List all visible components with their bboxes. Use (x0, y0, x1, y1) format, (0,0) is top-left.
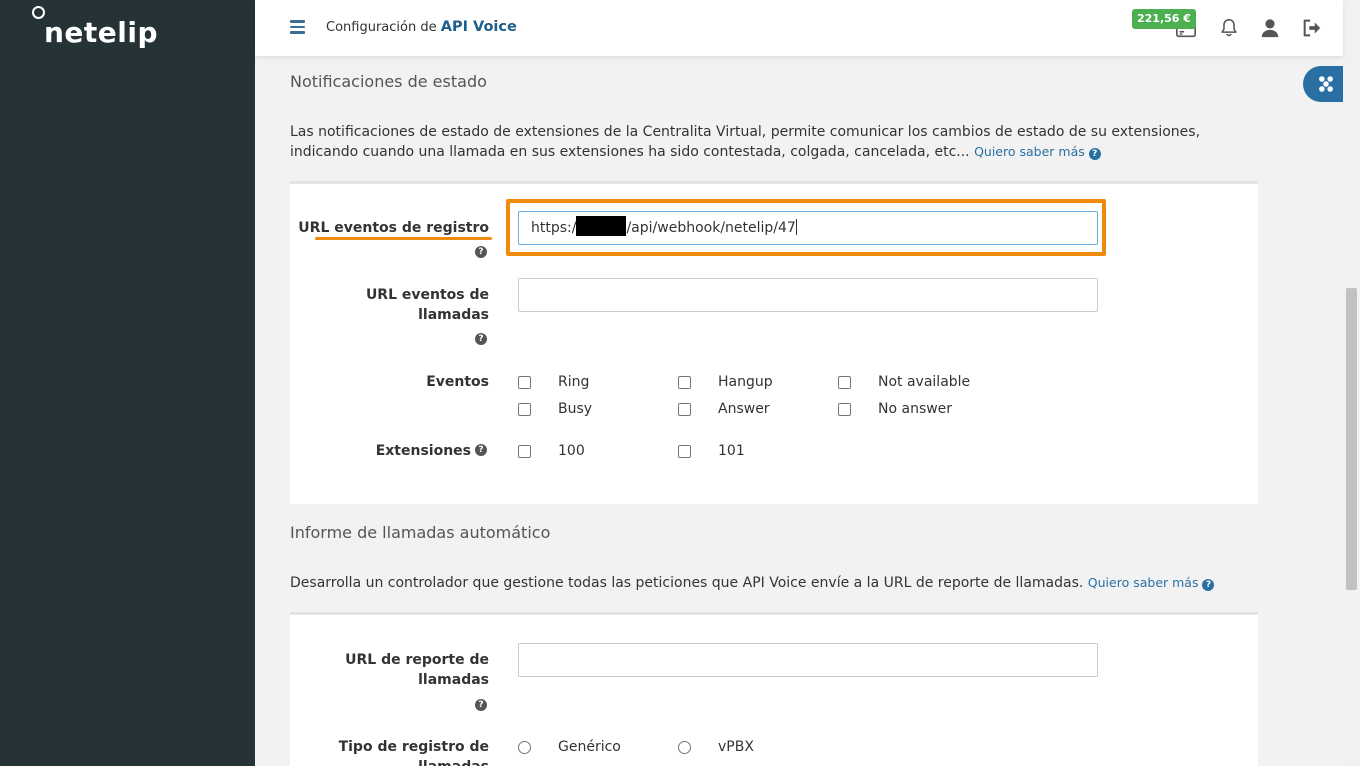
user-icon[interactable] (1259, 17, 1281, 39)
extension-100-label: 100 (558, 443, 585, 459)
report-url-label-line1: URL de reporte de (345, 652, 489, 668)
report-settings-card: URL de reporte de llamadas ? Tipo de reg… (290, 612, 1258, 766)
log-type-label-line1: Tipo de registro de (338, 739, 489, 755)
status-notifications-title: Notificaciones de estado (290, 72, 487, 91)
status-notifications-description: Las notificaciones de estado de extensio… (290, 122, 1260, 162)
status-settings-card: URL eventos de registro ? https:/ /api/we… (290, 181, 1258, 504)
report-url-label: URL de reporte de llamadas (289, 650, 489, 690)
call-report-title: Informe de llamadas automático (290, 523, 551, 542)
extension-101-checkbox[interactable] (678, 445, 691, 458)
scrollbar-thumb[interactable] (1346, 288, 1357, 590)
call-report-description: Desarrolla un controlador que gestione t… (290, 573, 1260, 593)
register-url-input[interactable]: https:/ /api/webhook/netelip/47 (518, 211, 1098, 245)
redacted-domain (576, 216, 627, 236)
extensions-help-icon[interactable]: ? (475, 444, 487, 456)
event-no-answer-checkbox[interactable] (838, 403, 851, 416)
log-type-vpbx-label: vPBX (718, 739, 754, 755)
event-ring-checkbox[interactable] (518, 376, 531, 389)
page-scrollbar[interactable] (1343, 0, 1360, 766)
register-url-prefix: https:/ (531, 220, 577, 236)
event-not-available-label: Not available (878, 374, 971, 390)
report-url-label-line2: llamadas (418, 672, 489, 688)
register-url-label: URL eventos de registro (298, 220, 489, 236)
log-type-vpbx-radio[interactable] (678, 741, 691, 754)
extension-101-label: 101 (718, 443, 745, 459)
report-description-text: Desarrolla un controlador que gestione t… (290, 575, 1084, 591)
event-not-available-checkbox[interactable] (838, 376, 851, 389)
register-url-suffix: /api/webhook/netelip/47 (626, 220, 796, 236)
calls-url-label: URL eventos de llamadas (289, 285, 489, 325)
page-title-prefix: Configuración de (326, 20, 437, 35)
sidebar: netelip (0, 0, 255, 766)
help-widget-icon (1319, 76, 1333, 92)
question-icon: ? (1088, 148, 1101, 160)
log-type-generic-label: Genérico (558, 739, 621, 755)
report-url-help-icon[interactable]: ? (475, 699, 487, 711)
calls-url-input[interactable] (518, 278, 1098, 312)
calls-url-help-icon[interactable]: ? (475, 333, 487, 345)
register-url-label-underline (315, 237, 492, 240)
event-answer-label: Answer (718, 401, 770, 417)
extensions-label: Extensiones (375, 443, 471, 459)
text-cursor (795, 219, 797, 235)
floating-help-button[interactable] (1303, 66, 1343, 102)
report-learn-more-link[interactable]: Quiero saber más ? (1087, 575, 1215, 591)
menu-toggle-icon[interactable] (290, 20, 305, 34)
event-answer-checkbox[interactable] (678, 403, 691, 416)
netelip-logo[interactable]: netelip (30, 6, 160, 50)
report-learn-more-label: Quiero saber más (1087, 575, 1199, 590)
extension-100-checkbox[interactable] (518, 445, 531, 458)
calls-url-label-line1: URL eventos de (365, 287, 489, 303)
page-title-accent: API Voice (440, 19, 517, 35)
register-url-help-icon[interactable]: ? (475, 246, 487, 258)
calls-url-label-line2: llamadas (418, 307, 489, 323)
logout-icon[interactable] (1301, 17, 1323, 39)
log-type-label-line2: llamadas (289, 757, 489, 766)
event-busy-label: Busy (558, 401, 593, 417)
event-busy-checkbox[interactable] (518, 403, 531, 416)
log-type-generic-radio[interactable] (518, 741, 531, 754)
logo-text: netelip (44, 16, 159, 49)
event-hangup-checkbox[interactable] (678, 376, 691, 389)
event-hangup-label: Hangup (718, 374, 773, 390)
status-learn-more-link[interactable]: Quiero saber más ? (974, 144, 1101, 160)
events-label: Eventos (426, 374, 489, 390)
top-header: Configuración de API Voice 221,56 € (255, 0, 1343, 56)
status-learn-more-label: Quiero saber más (974, 144, 1085, 159)
balance-badge[interactable]: 221,56 € (1132, 9, 1196, 29)
question-icon: ? (1202, 579, 1215, 591)
bell-icon[interactable] (1218, 17, 1240, 39)
event-no-answer-label: No answer (878, 401, 953, 417)
report-url-input[interactable] (518, 643, 1098, 677)
page-title: Configuración de API Voice (326, 19, 517, 35)
log-type-label: Tipo de registro de llamadas (289, 737, 489, 766)
event-ring-label: Ring (558, 374, 590, 390)
